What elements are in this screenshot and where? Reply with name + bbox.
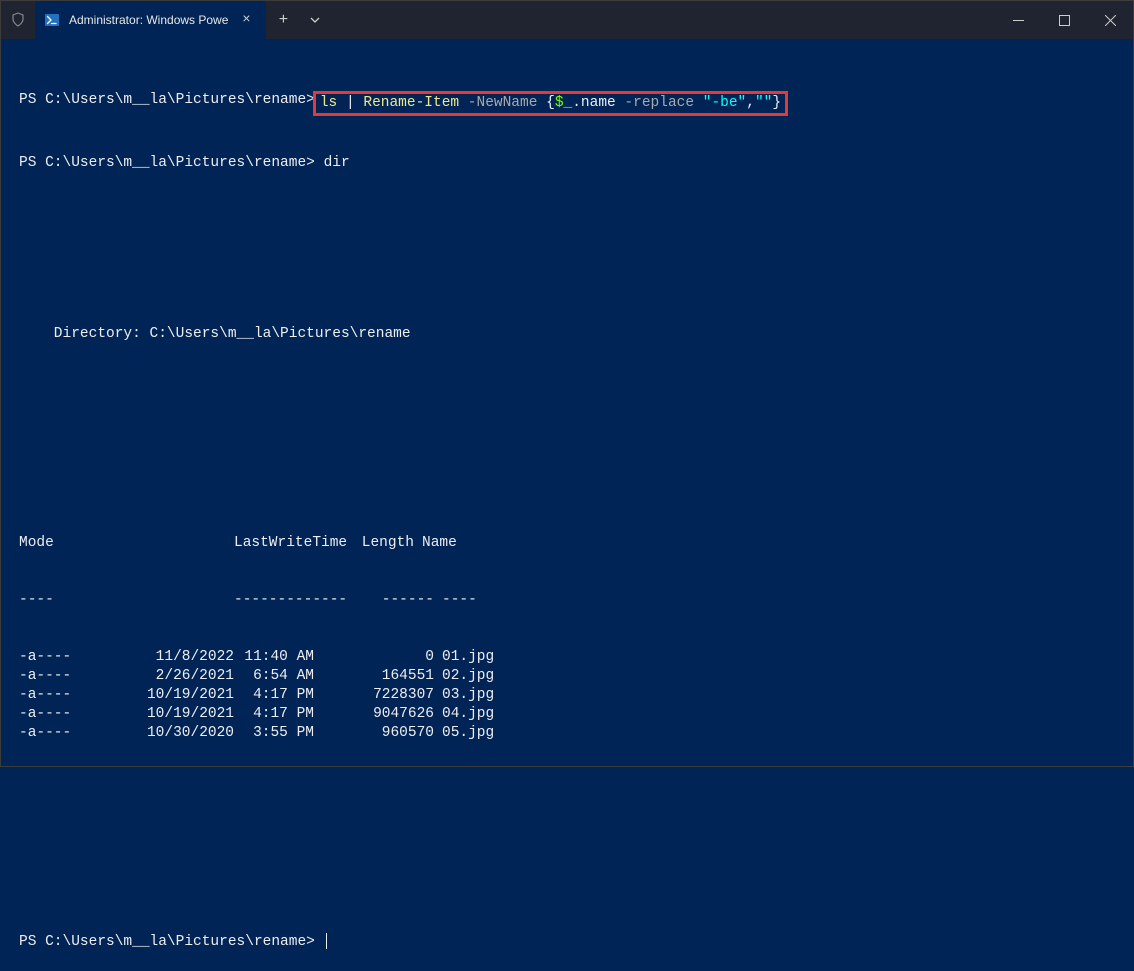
file-date: 2/26/2021	[131, 667, 234, 686]
powershell-icon	[43, 11, 61, 29]
file-mode: -a----	[19, 724, 131, 743]
file-listing-table: Mode LastWriteTimeLengthName ------------…	[1, 496, 1133, 781]
header-name: Name	[414, 534, 457, 553]
minimize-button[interactable]	[995, 1, 1041, 39]
shield-icon	[1, 1, 35, 39]
file-mode: -a----	[19, 648, 131, 667]
header-length: Length	[294, 534, 414, 553]
file-date: 10/19/2021	[131, 686, 234, 705]
titlebar-left: Administrator: Windows Powe × +	[1, 1, 330, 39]
table-row: -a----10/19/20214:17 PM904762604.jpg	[19, 705, 1133, 724]
file-mode: -a----	[19, 705, 131, 724]
prompt: PS C:\Users\m__la\Pictures\rename>	[1, 91, 315, 116]
active-tab[interactable]: Administrator: Windows Powe ×	[35, 1, 266, 39]
header-lastwrite: LastWriteTime	[214, 534, 294, 553]
cursor	[326, 933, 327, 949]
var-dollar-underscore: $_	[555, 95, 572, 111]
file-mode: -a----	[19, 686, 131, 705]
titlebar: Administrator: Windows Powe × +	[1, 1, 1133, 39]
file-name: 05.jpg	[434, 724, 494, 743]
file-name: 03.jpg	[434, 686, 494, 705]
file-time: 4:17 PM	[234, 705, 314, 724]
command-line-2: PS C:\Users\m__la\Pictures\rename> dir	[1, 154, 1133, 173]
file-length: 960570	[314, 724, 434, 743]
maximize-button[interactable]	[1041, 1, 1087, 39]
prompt: PS C:\Users\m__la\Pictures\rename>	[1, 933, 315, 952]
header-mode: Mode	[19, 534, 131, 553]
cmd-ls: ls	[320, 95, 337, 111]
cmd-rename-item: Rename-Item	[363, 95, 459, 111]
table-row: -a----11/8/202211:40 AM001.jpg	[19, 648, 1133, 667]
highlighted-command: ls | Rename-Item -NewName {$_.name -repl…	[313, 91, 788, 116]
cmd-dir: dir	[324, 154, 350, 173]
table-row: -a----10/19/20214:17 PM722830703.jpg	[19, 686, 1133, 705]
window-controls	[995, 1, 1133, 39]
file-name: 01.jpg	[434, 648, 494, 667]
file-time: 3:55 PM	[234, 724, 314, 743]
close-button[interactable]	[1087, 1, 1133, 39]
file-time: 4:17 PM	[234, 686, 314, 705]
flag-newname: -NewName	[459, 95, 546, 111]
table-dash-row: ---------------------------	[19, 591, 1133, 610]
file-length: 9047626	[314, 705, 434, 724]
file-length: 0	[314, 648, 434, 667]
file-date: 10/19/2021	[131, 705, 234, 724]
flag-replace: -replace	[616, 95, 703, 111]
tab-close-button[interactable]: ×	[236, 10, 256, 30]
file-mode: -a----	[19, 667, 131, 686]
file-time: 11:40 AM	[234, 648, 314, 667]
file-name: 04.jpg	[434, 705, 494, 724]
command-line-1: PS C:\Users\m__la\Pictures\rename>ls | R…	[1, 91, 1133, 116]
prompt: PS C:\Users\m__la\Pictures\rename>	[1, 154, 315, 173]
table-row: -a----10/30/20203:55 PM96057005.jpg	[19, 724, 1133, 743]
tab-title: Administrator: Windows Powe	[69, 13, 228, 27]
table-header-row: Mode LastWriteTimeLengthName	[19, 534, 1133, 553]
terminal-output[interactable]: PS C:\Users\m__la\Pictures\rename>ls | R…	[1, 39, 1133, 971]
file-time: 6:54 AM	[234, 667, 314, 686]
file-date: 11/8/2022	[131, 648, 234, 667]
file-length: 7228307	[314, 686, 434, 705]
file-name: 02.jpg	[434, 667, 494, 686]
current-prompt-line[interactable]: PS C:\Users\m__la\Pictures\rename>	[1, 933, 1133, 952]
directory-header: Directory: C:\Users\m__la\Pictures\renam…	[1, 325, 1133, 344]
table-row: -a----2/26/20216:54 AM16455102.jpg	[19, 667, 1133, 686]
tab-dropdown-button[interactable]	[300, 1, 330, 39]
new-tab-button[interactable]: +	[266, 1, 300, 39]
file-date: 10/30/2020	[131, 724, 234, 743]
file-length: 164551	[314, 667, 434, 686]
